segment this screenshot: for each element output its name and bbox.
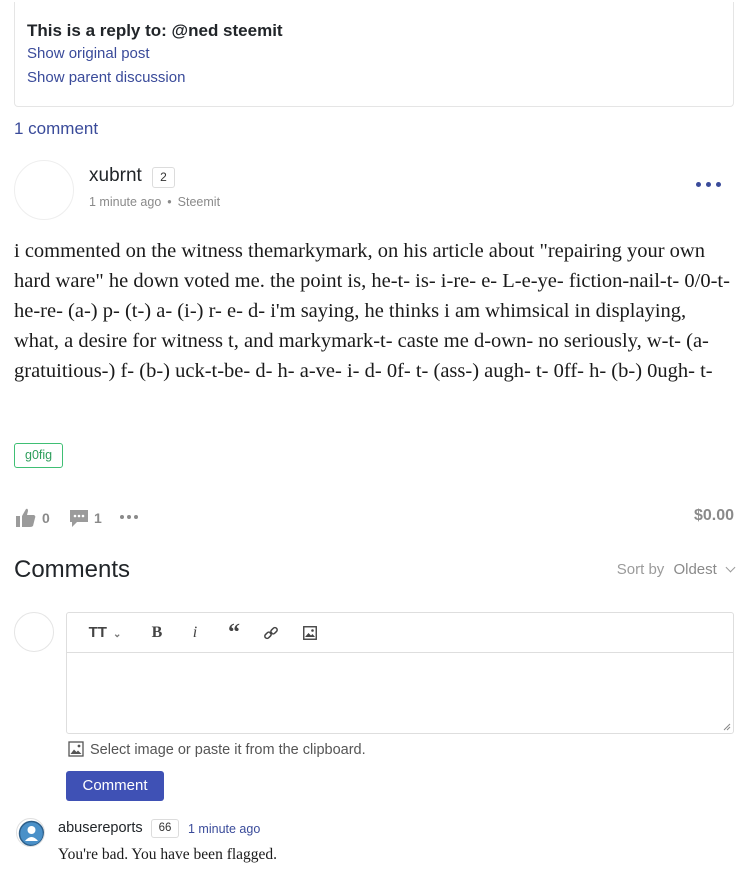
payout-value[interactable]: $0.00 <box>694 507 734 525</box>
reply-reputation-badge: 66 <box>151 819 179 838</box>
comment-submit-button[interactable]: Comment <box>66 771 164 801</box>
editor-toolbar: TT ⌄ B i “ <box>67 613 733 653</box>
show-parent-discussion-link[interactable]: Show parent discussion <box>27 66 721 90</box>
reply-count-icon[interactable] <box>68 507 90 529</box>
post-actions: 0 1 $0.00 <box>14 506 734 530</box>
reply-author-name[interactable]: abusereports <box>58 820 143 836</box>
comments-heading: Comments <box>14 556 131 583</box>
italic-icon[interactable]: i <box>185 622 205 644</box>
show-original-post-link[interactable]: Show original post <box>27 42 721 66</box>
comment-count-link[interactable]: 1 comment <box>14 119 98 139</box>
image-icon <box>68 741 84 757</box>
image-upload-hint[interactable]: Select image or paste it from the clipbo… <box>68 741 366 758</box>
reply-count: 1 <box>94 510 102 526</box>
text-size-icon[interactable]: TT ⌄ <box>87 622 123 644</box>
upload-hint-text: Select image or paste it from the clipbo… <box>90 742 366 758</box>
sort-control[interactable]: Sort by Oldest <box>616 561 736 578</box>
comment-editor: TT ⌄ B i “ <box>66 612 734 734</box>
share-dots-icon[interactable] <box>120 515 140 521</box>
comment-textarea[interactable] <box>67 653 733 733</box>
tag-chip[interactable]: g0fig <box>14 443 64 468</box>
meta-separator: • <box>167 195 172 209</box>
reply-context-title: This is a reply to: @ned steemit <box>27 21 283 40</box>
sort-value[interactable]: Oldest <box>673 561 716 578</box>
author-name[interactable]: xubrnt <box>89 165 142 187</box>
current-user-avatar <box>14 612 54 652</box>
more-options-icon[interactable] <box>694 172 724 196</box>
post-time[interactable]: 1 minute ago <box>89 195 161 209</box>
reply-context-box: This is a reply to: @ned steemit Show or… <box>14 2 734 107</box>
vote-count: 0 <box>42 510 50 526</box>
avatar-icon <box>18 820 44 846</box>
author-avatar[interactable] <box>14 160 74 220</box>
bold-icon[interactable]: B <box>147 622 167 644</box>
quote-icon[interactable]: “ <box>223 621 245 645</box>
author-reputation-badge: 2 <box>152 167 175 188</box>
image-icon[interactable] <box>303 626 317 640</box>
sort-label: Sort by <box>616 561 665 578</box>
post-body: i commented on the witness themarkymark,… <box>14 240 730 382</box>
resize-handle-icon[interactable] <box>723 723 731 731</box>
upvote-thumb-icon[interactable] <box>14 506 38 530</box>
reply-author-avatar[interactable] <box>16 818 45 847</box>
chevron-down-icon[interactable] <box>725 562 736 573</box>
post-meta: 1 minute ago • Steemit <box>89 195 220 209</box>
reply-comment-text: You're bad. You have been flagged. <box>58 846 278 863</box>
post-app: Steemit <box>177 195 221 209</box>
reply-time-link[interactable]: 1 minute ago <box>188 822 260 836</box>
link-icon[interactable] <box>263 625 279 641</box>
